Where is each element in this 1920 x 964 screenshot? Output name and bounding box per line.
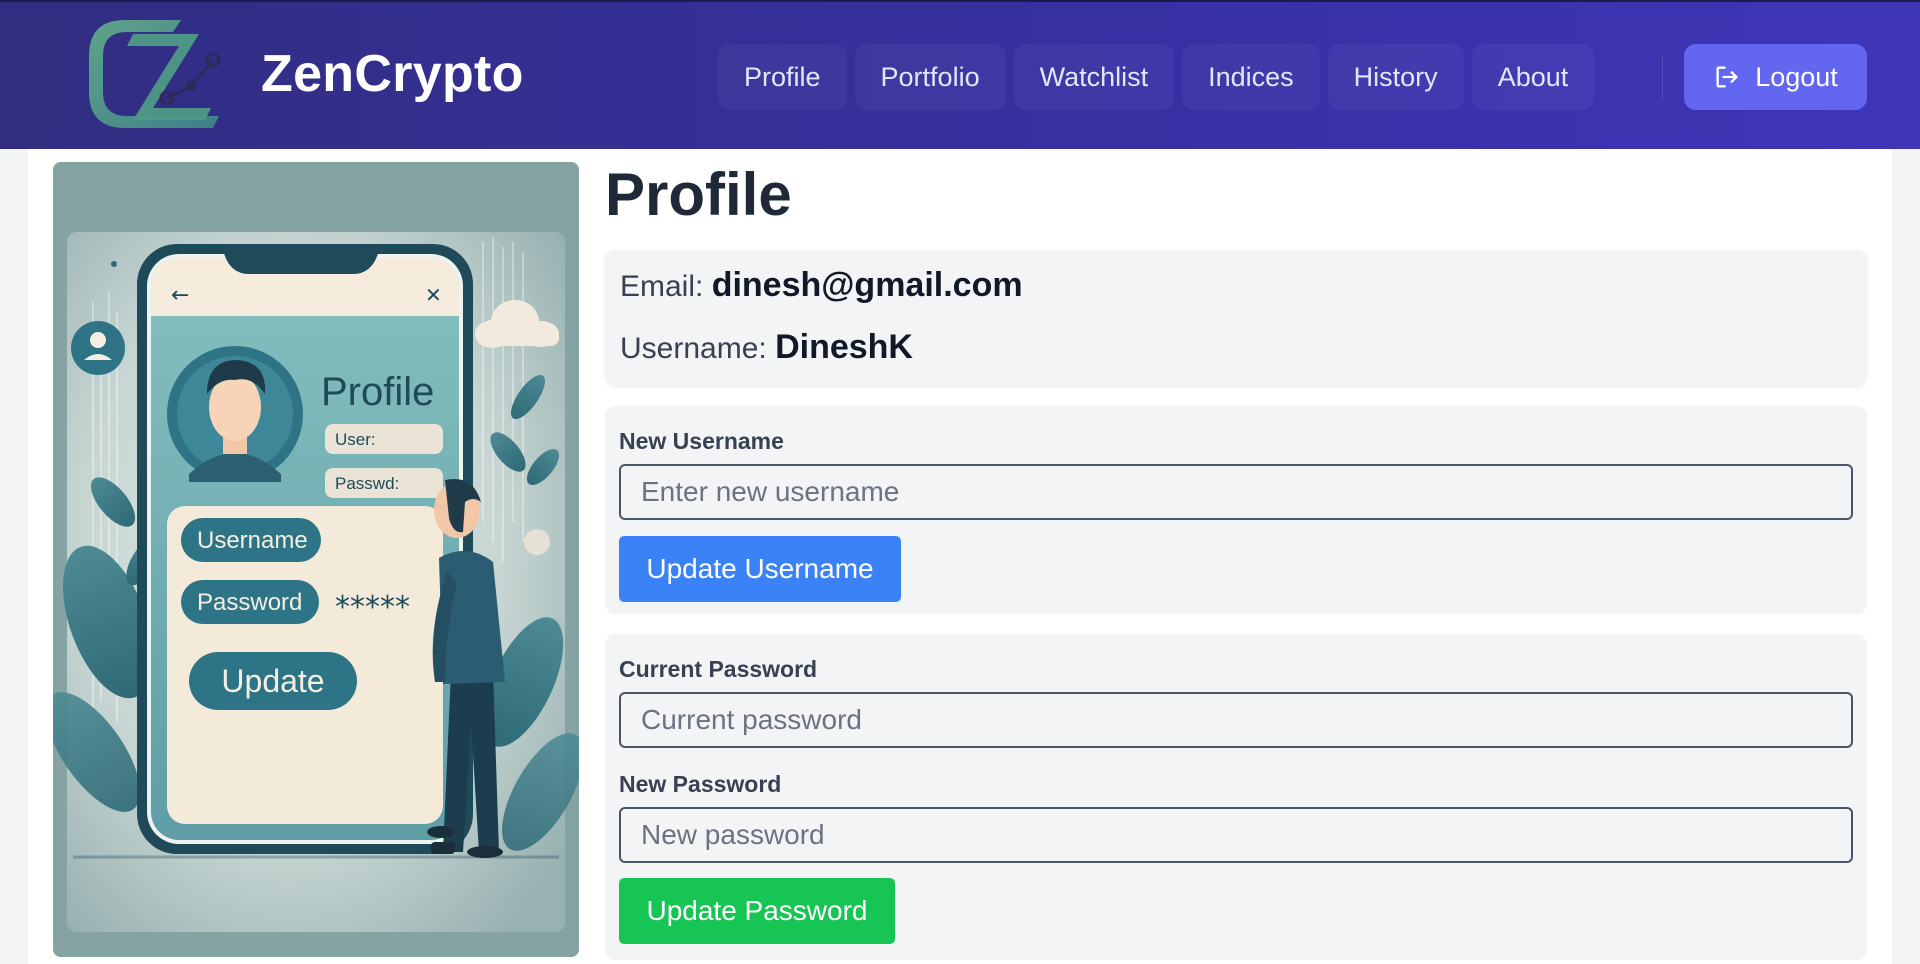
update-password-card: Current Password New Password Update Pas… xyxy=(605,634,1867,960)
new-password-label: New Password xyxy=(619,771,782,797)
nav-item-watchlist[interactable]: Watchlist xyxy=(1013,44,1175,110)
nav-item-profile[interactable]: Profile xyxy=(718,44,847,110)
profile-illustration: ← ✕ Profile User: Passwd: Username Passw… xyxy=(53,162,579,957)
illustration-password-pill: Password xyxy=(197,589,302,616)
main-nav: Profile Portfolio Watchlist Indices Hist… xyxy=(718,44,1602,110)
username-label: Username: xyxy=(620,332,767,365)
username-value: DineshK xyxy=(775,328,913,366)
nav-item-indices[interactable]: Indices xyxy=(1182,44,1320,110)
nav-item-about[interactable]: About xyxy=(1471,44,1595,110)
navbar: ZenCrypto Profile Portfolio Watchlist In… xyxy=(0,0,1920,149)
update-password-button[interactable]: Update Password xyxy=(619,878,895,944)
username-row: Username: DineshK xyxy=(620,328,913,367)
new-password-input[interactable] xyxy=(619,807,1853,863)
current-password-input[interactable] xyxy=(619,692,1853,748)
illustration-update-button: Update xyxy=(221,663,324,699)
brand[interactable]: ZenCrypto xyxy=(89,16,524,132)
svg-text:✕: ✕ xyxy=(425,283,442,307)
logout-label: Logout xyxy=(1755,61,1838,92)
nav-divider xyxy=(1662,56,1663,98)
new-username-input[interactable] xyxy=(619,464,1853,520)
brand-name: ZenCrypto xyxy=(261,45,524,103)
new-username-label: New Username xyxy=(619,428,784,454)
illustration-title: Profile xyxy=(321,370,434,414)
illustration-username-pill: Username xyxy=(197,527,308,554)
email-value: dinesh@gmail.com xyxy=(711,266,1023,304)
logout-button[interactable]: Logout xyxy=(1684,44,1867,110)
profile-main: Profile Email: dinesh@gmail.com Username… xyxy=(605,160,1867,960)
illustration-pass-field: Passwd: xyxy=(335,474,399,493)
zencrypto-logo xyxy=(89,20,221,128)
update-username-button[interactable]: Update Username xyxy=(619,536,901,602)
account-info-card: Email: dinesh@gmail.com Username: Dinesh… xyxy=(605,250,1867,386)
illustration-graphic: ← ✕ Profile User: Passwd: Username Passw… xyxy=(53,162,579,957)
email-row: Email: dinesh@gmail.com xyxy=(620,266,1023,305)
update-username-card: New Username Update Username xyxy=(605,406,1867,614)
page-title: Profile xyxy=(605,161,792,228)
nav-item-portfolio[interactable]: Portfolio xyxy=(854,44,1006,110)
logout-icon xyxy=(1716,66,1738,88)
illustration-user-field: User: xyxy=(335,430,376,449)
email-label: Email: xyxy=(620,270,704,303)
nav-item-history[interactable]: History xyxy=(1327,44,1464,110)
current-password-label: Current Password xyxy=(619,656,818,682)
svg-text:←: ← xyxy=(171,283,189,308)
illustration-masked-text: ***** xyxy=(335,590,410,625)
